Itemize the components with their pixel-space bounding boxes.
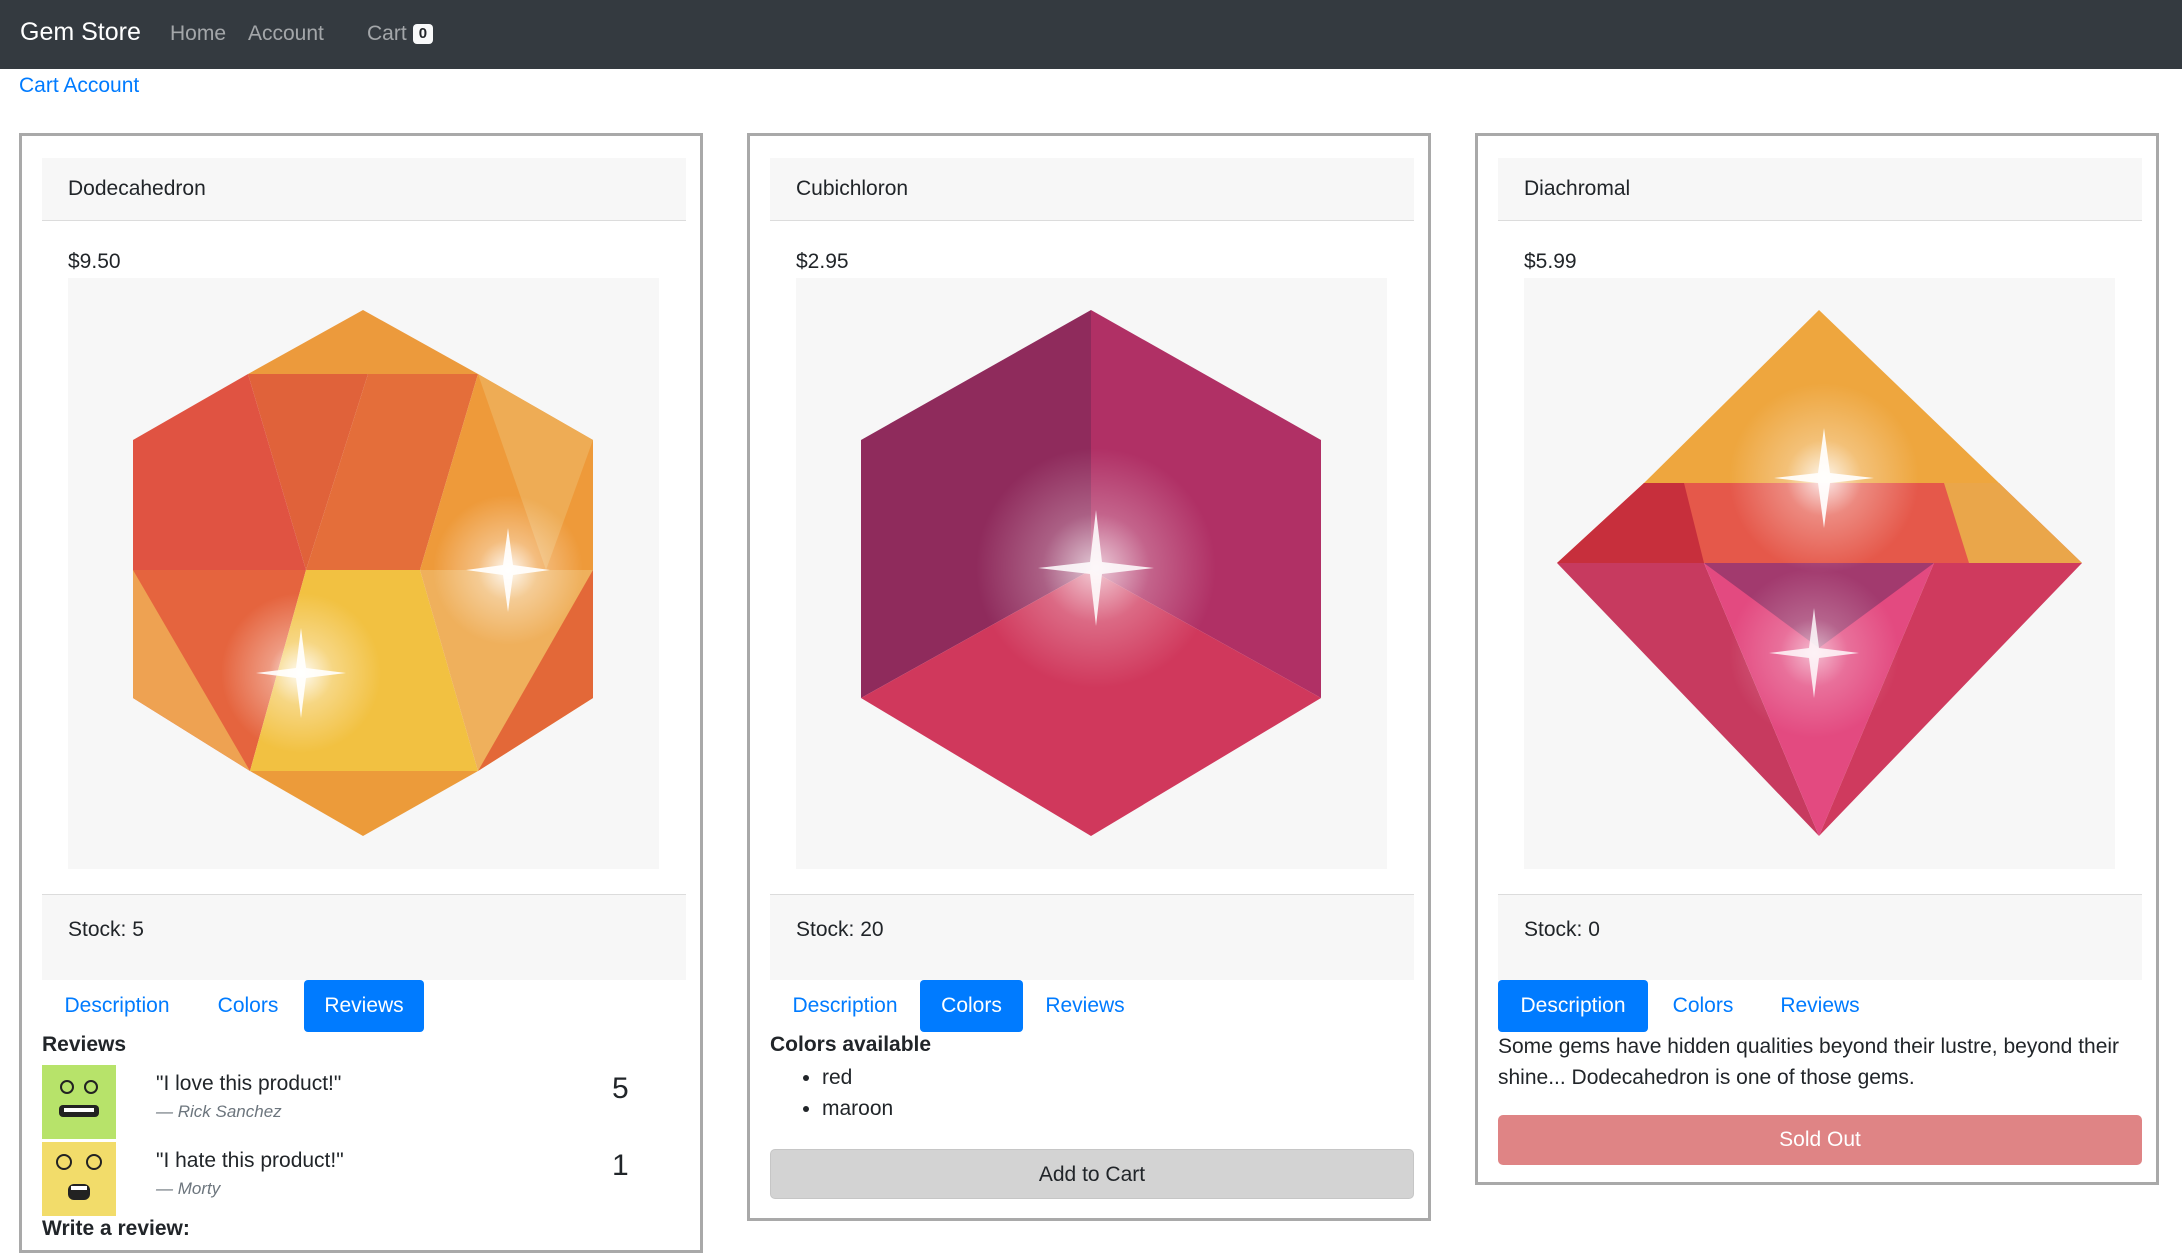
review-item: "I love this product!" — Rick Sanchez 5 (42, 1065, 642, 1139)
card-footer: Stock: 0 (1498, 894, 2142, 980)
tab-bar: Description Colors Reviews (770, 980, 1414, 1032)
tab-colors[interactable]: Colors (194, 980, 302, 1032)
review-body: "I hate this product!" (156, 1149, 344, 1172)
product-name: Diachromal (1524, 177, 1631, 200)
tab-reviews[interactable]: Reviews (1025, 980, 1145, 1032)
card-footer: Stock: 20 (770, 894, 1414, 980)
tab-bar: Description Colors Reviews (42, 980, 686, 1032)
product-name: Dodecahedron (68, 177, 206, 200)
tab-description[interactable]: Description (42, 980, 192, 1032)
review-author: — Rick Sanchez (156, 1102, 282, 1121)
reviews-title: Reviews (42, 1033, 127, 1056)
card-footer: Stock: 5 (42, 894, 686, 980)
product-card-dodecahedron: Dodecahedron $9.50 Stock: 5 Description … (19, 133, 703, 1253)
product-name: Cubichloron (796, 177, 909, 200)
card-header: Cubichloron (770, 158, 1414, 221)
cart-account-link[interactable]: Cart Account (19, 72, 139, 100)
product-image (796, 278, 1387, 869)
sold-out-button[interactable]: Sold Out (1498, 1115, 2142, 1165)
tab-reviews[interactable]: Reviews (1760, 980, 1880, 1032)
write-review-label: Write a review: (42, 1217, 190, 1240)
color-item: red (822, 1062, 893, 1093)
product-price: $2.95 (796, 250, 849, 273)
add-to-cart-button[interactable]: Add to Cart (770, 1149, 1414, 1199)
stock-label: Stock: 5 (68, 918, 144, 941)
cart-count-badge: 0 (412, 24, 434, 44)
dodecahedron-gem-icon (133, 310, 593, 836)
reviewer-avatar-icon (42, 1142, 116, 1216)
product-price: $5.99 (1524, 250, 1577, 273)
nav-cart[interactable]: Cart 0 (367, 20, 434, 48)
navbar: Gem Store Home Account Cart 0 (0, 0, 2182, 69)
product-image (1524, 278, 2115, 869)
tab-description[interactable]: Description (1498, 980, 1648, 1032)
color-item: maroon (822, 1093, 893, 1124)
tab-colors[interactable]: Colors (920, 980, 1023, 1032)
tab-bar: Description Colors Reviews (1498, 980, 2142, 1032)
reviewer-avatar-icon (42, 1065, 116, 1139)
product-card-cubichloron: Cubichloron $2.95 Stock: 20 Description … (747, 133, 1431, 1221)
brand-logo[interactable]: Gem Store (20, 16, 141, 48)
card-header: Diachromal (1498, 158, 2142, 221)
tab-description[interactable]: Description (770, 980, 920, 1032)
card-header: Dodecahedron (42, 158, 686, 221)
diachromal-gem-icon (1557, 310, 2082, 836)
cubichloron-gem-icon (861, 310, 1321, 836)
stock-label: Stock: 0 (1524, 918, 1600, 941)
tab-reviews[interactable]: Reviews (304, 980, 424, 1032)
review-item: "I hate this product!" — Morty 1 (42, 1142, 642, 1216)
nav-home[interactable]: Home (170, 20, 226, 48)
product-card-diachromal: Diachromal $5.99 Stock: 0 Description Co… (1475, 133, 2159, 1185)
nav-account[interactable]: Account (248, 20, 324, 48)
review-body: "I love this product!" (156, 1072, 342, 1095)
colors-list: red maroon (802, 1062, 893, 1124)
colors-title: Colors available (770, 1033, 932, 1056)
product-image (68, 278, 659, 869)
review-author: — Morty (156, 1179, 221, 1198)
product-price: $9.50 (68, 250, 121, 273)
review-rating: 1 (612, 1149, 629, 1182)
stock-label: Stock: 20 (796, 918, 884, 941)
nav-cart-label: Cart (367, 22, 407, 45)
tab-colors[interactable]: Colors (1650, 980, 1756, 1032)
product-description: Some gems have hidden qualities beyond t… (1498, 1035, 2120, 1089)
review-rating: 5 (612, 1072, 629, 1105)
